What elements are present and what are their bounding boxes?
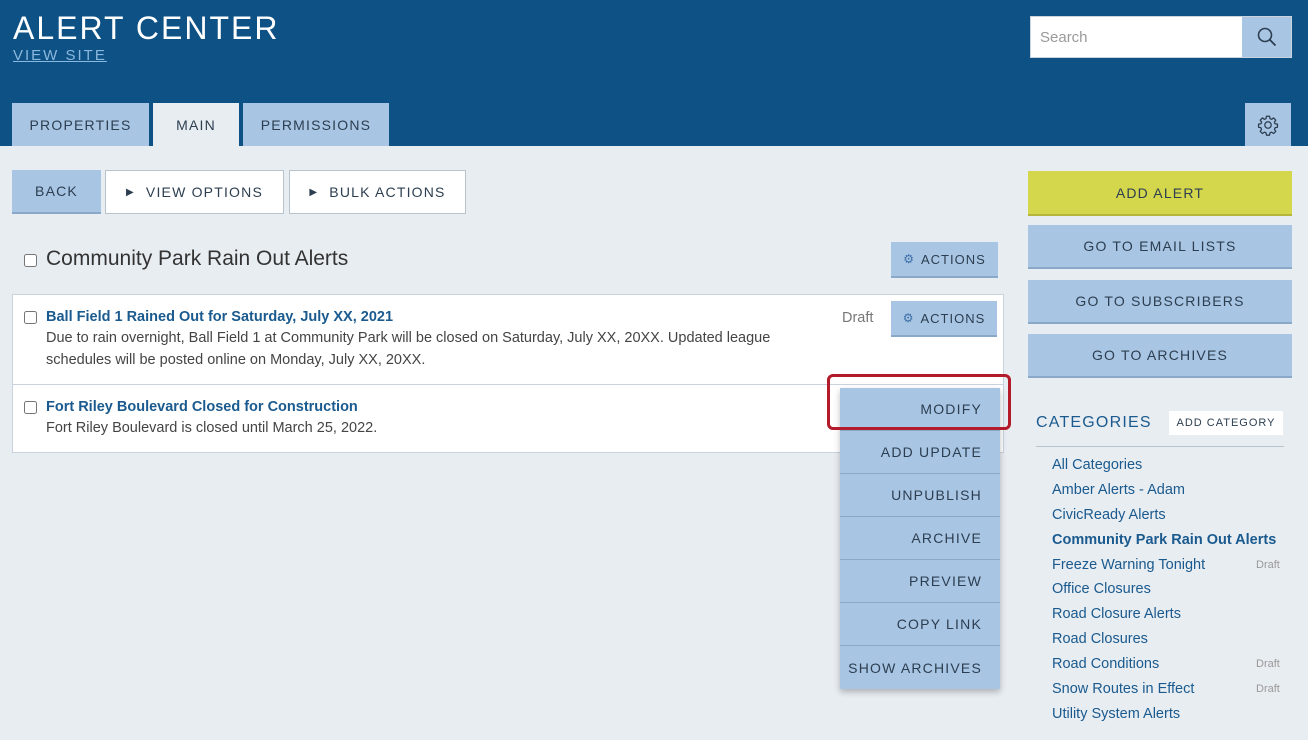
alert-title-link[interactable]: Ball Field 1 Rained Out for Saturday, Ju… [46, 309, 393, 325]
category-link[interactable]: All Categories [1052, 457, 1142, 473]
settings-button[interactable] [1245, 103, 1291, 146]
go-to-subscribers-button[interactable]: GO TO SUBSCRIBERS [1028, 280, 1292, 322]
tab-properties[interactable]: PROPERTIES [12, 103, 149, 146]
triangle-right-icon: ▶ [126, 186, 135, 198]
bulk-actions-label: BULK ACTIONS [329, 184, 446, 200]
row-divider [13, 384, 1003, 385]
bulk-actions-button[interactable]: ▶ BULK ACTIONS [289, 170, 466, 214]
search-icon [1257, 27, 1276, 47]
alert-checkbox[interactable] [24, 401, 37, 414]
menu-item-show-archives[interactable]: SHOW ARCHIVES [840, 646, 1000, 689]
alert-checkbox[interactable] [24, 311, 37, 324]
draft-badge: Draft [1256, 658, 1280, 670]
menu-item-archive[interactable]: ARCHIVE [840, 517, 1000, 560]
menu-item-add-update[interactable]: ADD UPDATE [840, 431, 1000, 474]
page-title: ALERT CENTER [13, 10, 280, 46]
search-input[interactable] [1031, 17, 1243, 57]
alert-body-line: schedules will be posted online on Monda… [46, 352, 426, 368]
categories-heading: CATEGORIES [1036, 414, 1152, 431]
app-header: ALERT CENTER VIEW SITE PROPERTIES MAIN P… [0, 0, 1308, 146]
go-to-email-lists-button[interactable]: GO TO EMAIL LISTS [1028, 225, 1292, 267]
menu-item-modify[interactable]: MODIFY [840, 388, 1000, 431]
gear-icon [1257, 115, 1279, 136]
menu-item-unpublish[interactable]: UNPUBLISH [840, 474, 1000, 517]
section-actions-label: ACTIONS [920, 251, 986, 267]
alert-body-line: Due to rain overnight, Ball Field 1 at C… [46, 330, 771, 346]
alert-actions-label: ACTIONS [920, 310, 986, 326]
tab-main[interactable]: MAIN [153, 103, 239, 146]
draft-badge: Draft [1256, 559, 1280, 571]
view-options-button[interactable]: ▶ VIEW OPTIONS [105, 170, 284, 214]
add-category-button[interactable]: ADD CATEGORY [1169, 411, 1283, 435]
triangle-right-icon: ▶ [309, 186, 319, 198]
search-box [1030, 16, 1292, 58]
category-link[interactable]: Amber Alerts - Adam [1052, 482, 1185, 498]
category-link[interactable]: Office Closures [1052, 581, 1151, 597]
category-link[interactable]: Road Closures [1052, 631, 1148, 647]
menu-item-copy-link[interactable]: COPY LINK [840, 603, 1000, 646]
add-alert-button[interactable]: ADD ALERT [1028, 171, 1292, 214]
category-link[interactable]: Utility System Alerts [1052, 706, 1180, 722]
alert-body: Fort Riley Boulevard is closed until Mar… [46, 420, 378, 436]
status-badge: Draft [842, 310, 874, 326]
section-select-all-checkbox[interactable] [24, 254, 37, 267]
view-site-link[interactable]: VIEW SITE [13, 47, 107, 64]
tab-permissions[interactable]: PERMISSIONS [243, 103, 389, 146]
section-title: Community Park Rain Out Alerts [46, 247, 349, 270]
back-button[interactable]: BACK [12, 170, 101, 212]
category-link[interactable]: Freeze Warning Tonight [1052, 557, 1205, 573]
draft-badge: Draft [1256, 683, 1280, 695]
cog-icon: ⚙ [903, 252, 915, 266]
view-options-label: VIEW OPTIONS [145, 184, 263, 200]
alert-body: Due to rain overnight, Ball Field 1 at C… [46, 327, 770, 371]
section-actions-button[interactable]: ⚙ ACTIONS [891, 242, 998, 276]
cog-icon: ⚙ [902, 311, 915, 325]
menu-item-preview[interactable]: PREVIEW [840, 560, 1000, 603]
category-link[interactable]: Road Closure Alerts [1052, 606, 1181, 622]
alert-actions-button[interactable]: ⚙ ACTIONS [891, 301, 997, 335]
go-to-archives-button[interactable]: GO TO ARCHIVES [1028, 334, 1292, 376]
divider [1036, 446, 1284, 447]
actions-dropdown-menu: MODIFY ADD UPDATE UNPUBLISH ARCHIVE PREV… [840, 388, 1000, 689]
category-link[interactable]: Road Conditions [1052, 656, 1159, 672]
search-button[interactable] [1242, 17, 1291, 57]
category-link[interactable]: CivicReady Alerts [1052, 507, 1166, 523]
category-link[interactable]: Snow Routes in Effect [1052, 681, 1194, 697]
alert-title-link[interactable]: Fort Riley Boulevard Closed for Construc… [46, 399, 358, 415]
category-link-active[interactable]: Community Park Rain Out Alerts [1052, 532, 1276, 548]
